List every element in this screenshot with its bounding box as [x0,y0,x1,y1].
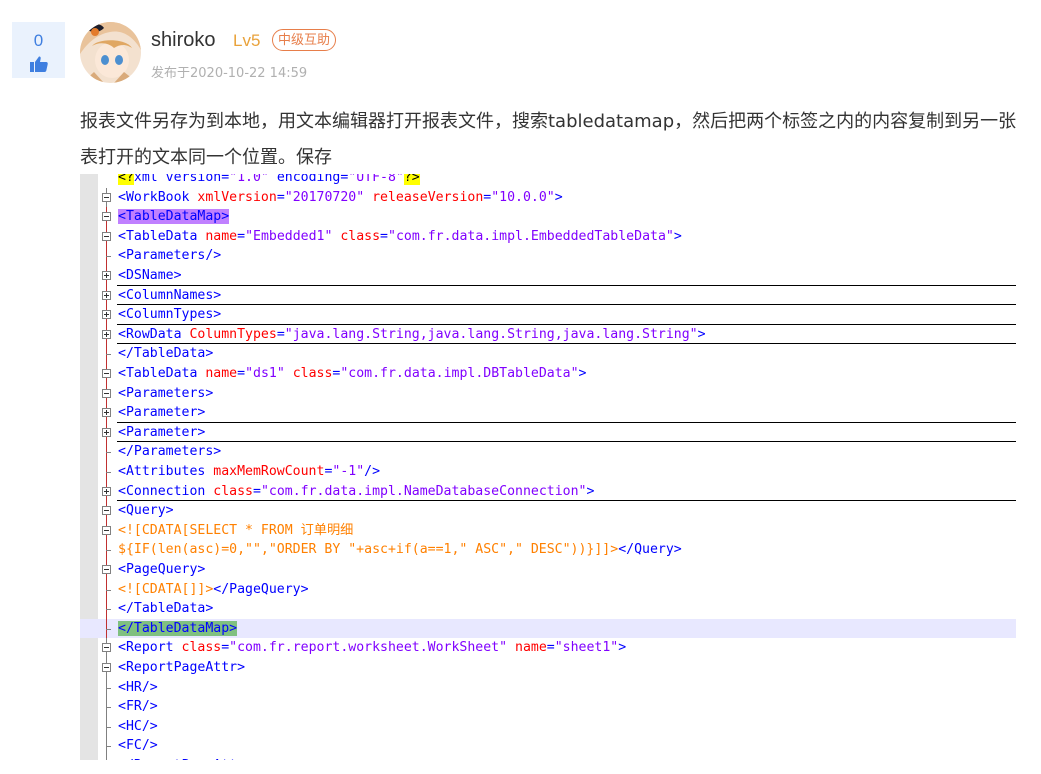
code-line: <Connection class="com.fr.data.impl.Name… [80,481,1016,502]
expand-icon[interactable] [102,427,111,437]
code-line: <DSName> [80,266,1016,286]
expand-icon[interactable] [102,329,111,339]
code-text: <Parameter> [118,405,206,421]
code-text: <TableDataMap> [118,209,230,225]
collapse-icon[interactable] [102,506,111,516]
code-line: <RowData ColumnTypes="java.lang.String,j… [80,324,1016,345]
code-line: <Parameters> [80,383,1016,404]
user-badge: 中级互助 [272,29,337,51]
code-text: <PageQuery> [118,562,206,577]
expand-icon[interactable] [102,310,111,320]
code-line: <TableDataMap> [80,207,1016,227]
code-text: <FR/> [118,699,158,715]
code-text: <![CDATA[]]></PageQuery> [118,581,309,597]
code-line: <HR/> [80,677,1016,698]
code-text: <ColumnNames> [118,287,222,303]
vote-count: 0 [33,31,44,50]
code-line: <TableData name="Embedded1" class="com.f… [80,226,1016,247]
code-text: <RowData ColumnTypes="java.lang.String,j… [118,326,706,342]
code-line: <FR/> [80,697,1016,717]
code-line: </ReportPageAttr> [80,756,1016,760]
collapse-icon[interactable] [102,565,111,574]
code-text: <WorkBook xmlVersion="20170720" releaseV… [118,189,563,205]
collapse-icon[interactable] [102,192,111,202]
code-line: </TableDataMap> [80,618,1016,639]
collapse-icon[interactable] [102,643,111,653]
user-level: Lv5 [233,31,261,50]
collapse-icon[interactable] [102,231,111,241]
avatar-image [80,22,141,83]
code-text: <DSName> [118,268,182,283]
code-line: <?xml version="1.0" encoding="UTF-8"?> [80,174,1016,188]
thumbs-up-icon[interactable] [29,56,48,72]
code-text: <ColumnTypes> [118,307,222,323]
code-text: <Connection class="com.fr.data.impl.Name… [118,483,595,499]
code-text: <Query> [118,503,174,519]
post-body: 报表文件另存为到本地，用文本编辑器打开报表文件，搜索tabledatamap，然… [80,111,1017,168]
code-text: <ReportPageAttr> [118,660,246,675]
code-text: <Parameters/> [118,248,222,264]
code-line: <HC/> [80,716,1016,737]
code-text: <HR/> [118,679,158,695]
code-line: <Query> [80,501,1016,521]
expand-icon[interactable] [102,290,111,300]
expand-icon[interactable] [102,408,111,418]
code-line: <ColumnTypes> [80,305,1016,325]
code-line: <Parameter> [80,403,1016,423]
code-text: <HC/> [118,718,158,734]
code-line: <FC/> [80,736,1016,756]
code-line: <Parameters/> [80,246,1016,266]
code-line: </Parameters> [80,442,1016,462]
code-screenshot: <?xml version="1.0" encoding="UTF-8"?> <W… [80,174,1016,760]
collapse-icon[interactable] [102,212,111,222]
code-line: <![CDATA[]]></PageQuery> [80,579,1016,600]
code-text: </TableData> [118,601,214,617]
code-line: <![CDATA[SELECT * FROM 订单明细 [80,520,1016,541]
collapse-icon[interactable] [102,369,111,378]
vote-box[interactable]: 0 [12,22,65,78]
code-text: <?xml version="1.0" encoding="UTF-8"?> [118,174,420,187]
expand-icon[interactable] [102,486,111,496]
code-line: <Report class="com.fr.report.worksheet.W… [80,638,1016,658]
code-text: <Parameter> [118,424,206,440]
code-line: ${IF(len(asc)=0,"","ORDER BY "+asc+if(a=… [80,540,1016,560]
code-line: <ColumnNames> [80,285,1016,306]
code-text: </Parameters> [118,444,222,460]
code-text: <TableData name="Embedded1" class="com.f… [118,228,682,244]
username[interactable]: shiroko [151,28,215,52]
avatar[interactable] [80,22,141,83]
code-line: <Attributes maxMemRowCount="-1"/> [80,462,1016,482]
code-line: <Parameter> [80,422,1016,443]
code-text: <Report class="com.fr.report.worksheet.W… [118,640,627,656]
code-text: <Attributes maxMemRowCount="-1"/> [118,464,381,479]
expand-icon[interactable] [102,271,111,280]
code-text: <TableData name="ds1" class="com.fr.data… [118,366,587,381]
code-line: </TableData> [80,599,1016,619]
collapse-icon[interactable] [102,663,111,672]
code-line: </TableData> [80,344,1016,364]
code-line: <WorkBook xmlVersion="20170720" releaseV… [80,187,1016,208]
code-text: <FC/> [118,738,158,754]
code-line: <ReportPageAttr> [80,658,1016,678]
code-text: </TableDataMap> [118,620,238,636]
code-text: </TableData> [118,346,214,362]
collapse-icon[interactable] [102,388,111,398]
code-text: </ReportPageAttr> [118,757,253,760]
collapse-icon[interactable] [102,525,111,535]
code-text: <Parameters> [118,385,214,401]
code-text: ${IF(len(asc)=0,"","ORDER BY "+asc+if(a=… [118,542,682,558]
code-line: <TableData name="ds1" class="com.fr.data… [80,364,1016,384]
code-line: <PageQuery> [80,560,1016,580]
post-time: 发布于2020-10-22 14:59 [151,66,308,81]
code-text: <![CDATA[SELECT * FROM 订单明细 [118,522,354,538]
